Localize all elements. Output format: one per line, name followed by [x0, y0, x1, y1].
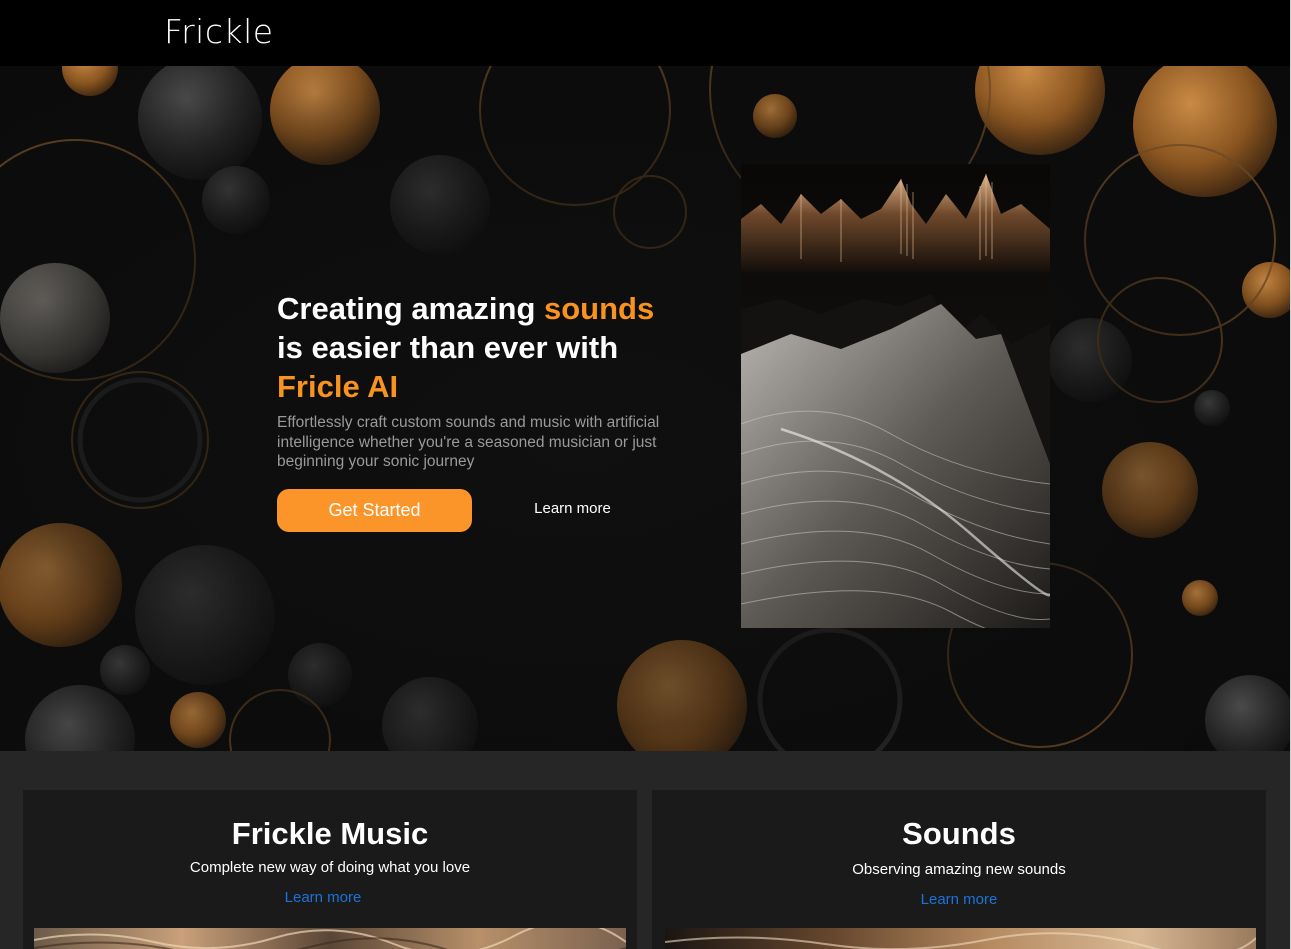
card-description: Observing amazing new sounds [852, 861, 1066, 878]
feature-card-music: Frickle Music Complete new way of doing … [23, 790, 637, 949]
headline-text-1: Creating amazing [277, 291, 544, 326]
headline-accent-1: sounds [544, 291, 655, 326]
card-title: Frickle Music [231, 816, 429, 851]
hero-background-image [0, 66, 1290, 751]
learn-more-link[interactable]: Learn more [520, 500, 625, 517]
brand-logo[interactable]: Frickle [164, 12, 274, 51]
feature-card-sounds: Sounds Observing amazing new sounds Lear… [652, 790, 1266, 949]
headline-text-2: is easier than ever with [277, 330, 619, 365]
headline-accent-2: Fricle AI [277, 369, 399, 404]
get-started-button[interactable]: Get Started [277, 489, 472, 532]
top-navbar: Frickle [0, 0, 1290, 66]
card-description: Complete new way of doing what you love [189, 859, 471, 876]
hero-headline: Creating amazing sounds is easier than e… [277, 289, 697, 406]
card-learn-more-link[interactable]: Learn more [652, 891, 1266, 908]
card-title: Sounds [902, 816, 1016, 851]
card-image [34, 928, 626, 949]
hero-section [0, 66, 1290, 751]
hero-sound-wave-image [741, 164, 1050, 628]
hero-subtitle: Effortlessly craft custom sounds and mus… [277, 414, 660, 470]
sound-wave-artwork [741, 164, 1050, 628]
card-learn-more-link[interactable]: Learn more [23, 889, 630, 906]
card-image [665, 928, 1256, 949]
